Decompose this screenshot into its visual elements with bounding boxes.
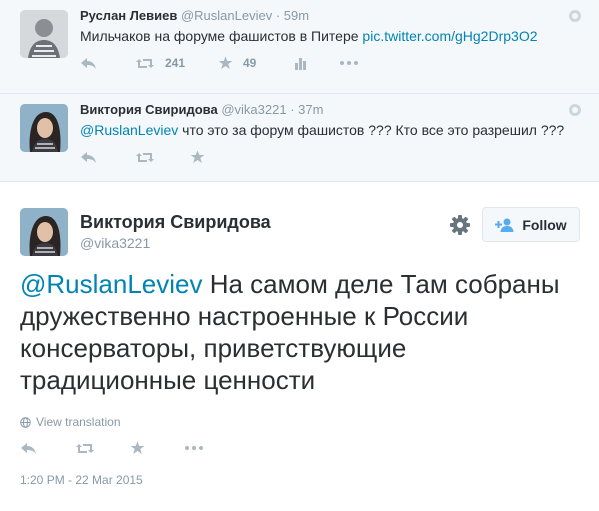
avatar[interactable] — [20, 208, 68, 256]
tweet-time[interactable]: 59m — [284, 8, 309, 23]
stats-button[interactable] — [295, 57, 340, 70]
reply-icon — [81, 151, 96, 163]
tweet-header: Виктория Свиридова @vika3221 · 37m — [80, 102, 323, 117]
favorite-button[interactable] — [190, 150, 205, 164]
favorite-button[interactable] — [130, 441, 185, 455]
view-translation-link[interactable]: View translation — [20, 415, 121, 429]
tweet-header: Руслан Левиев @RuslanLeviev · 59m — [80, 8, 309, 23]
avatar[interactable] — [20, 10, 68, 58]
avatar-image — [20, 104, 68, 152]
tweet-text: Мильчаков на форуме фашистов в Питере pi… — [80, 28, 538, 44]
reply-icon — [21, 442, 36, 454]
context-tweet[interactable]: Виктория Свиридова @vika3221 · 37m @Rusl… — [0, 94, 599, 182]
favorite-count: 49 — [243, 56, 257, 70]
tweet-timestamp[interactable]: 1:20 PM - 22 Mar 2015 — [20, 473, 143, 487]
dismiss-icon[interactable] — [569, 10, 581, 22]
user-handle[interactable]: @RuslanLeviev — [181, 8, 272, 23]
more-icon — [185, 446, 203, 450]
more-icon — [340, 61, 358, 65]
permalink-tweet: Виктория Свиридова @vika3221 Follow @Rus… — [0, 182, 599, 511]
mention-link[interactable]: @RuslanLeviev — [20, 269, 202, 299]
follow-button[interactable]: Follow — [482, 207, 580, 242]
avatar-image — [20, 10, 68, 58]
add-user-icon — [495, 218, 514, 232]
tweet-actions: 241 49 — [80, 53, 358, 73]
user-name[interactable]: Виктория Свиридова — [80, 102, 218, 117]
retweet-icon — [76, 443, 94, 453]
globe-icon — [20, 416, 31, 428]
separator-dot: · — [275, 8, 281, 23]
mention-link[interactable]: @RuslanLeviev — [80, 122, 178, 138]
reply-icon — [81, 57, 96, 69]
dismiss-icon[interactable] — [569, 104, 581, 116]
more-button[interactable] — [185, 446, 203, 450]
user-handle[interactable]: @vika3221 — [221, 102, 286, 117]
retweet-icon — [136, 152, 154, 162]
media-link[interactable]: pic.twitter.com/gHg2Drp3O2 — [362, 28, 537, 44]
follow-label: Follow — [522, 216, 567, 233]
tweet-body: что это за форум фашистов ??? Кто все эт… — [178, 122, 565, 138]
retweet-count: 241 — [165, 56, 186, 70]
favorite-button[interactable]: 49 — [218, 56, 295, 70]
retweet-button[interactable] — [75, 442, 130, 455]
view-translation-label: View translation — [36, 415, 121, 429]
retweet-icon — [136, 58, 154, 68]
reply-button[interactable] — [80, 57, 135, 70]
retweet-button[interactable]: 241 — [135, 56, 218, 70]
user-handle[interactable]: @vika3221 — [80, 235, 150, 251]
reply-button[interactable] — [20, 442, 75, 455]
more-button[interactable] — [340, 61, 358, 65]
star-icon — [218, 56, 233, 69]
avatar-image — [20, 208, 68, 256]
user-name[interactable]: Руслан Левиев — [80, 8, 177, 23]
tweet-actions — [20, 438, 203, 458]
tweet-actions — [80, 147, 205, 167]
reply-button[interactable] — [80, 151, 135, 164]
context-tweet[interactable]: Руслан Левиев @RuslanLeviev · 59m Мильча… — [0, 0, 599, 94]
separator-dot: · — [290, 102, 295, 117]
retweet-button[interactable] — [135, 151, 190, 164]
star-icon — [130, 441, 145, 454]
tweet-time[interactable]: 37m — [298, 102, 323, 117]
tweet-text: @RuslanLeviev На самом деле Там собраны … — [20, 268, 575, 396]
stats-icon — [295, 57, 306, 70]
tweet-text: @RuslanLeviev что это за форум фашистов … — [80, 122, 564, 138]
avatar[interactable] — [20, 104, 68, 152]
gear-icon[interactable] — [449, 214, 471, 236]
tweet-body: Мильчаков на форуме фашистов в Питере — [80, 28, 359, 44]
star-icon — [190, 150, 205, 163]
user-name[interactable]: Виктория Свиридова — [80, 212, 271, 233]
